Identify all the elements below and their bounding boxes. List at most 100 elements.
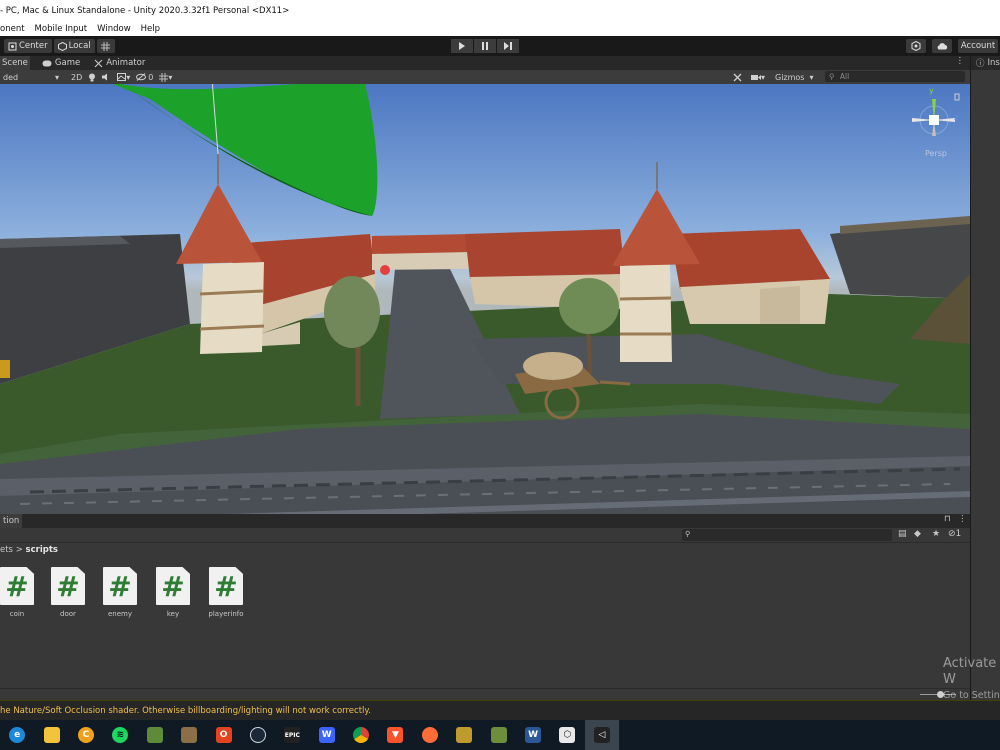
breadcrumb: ets > scripts: [0, 542, 970, 556]
gizmos-dropdown[interactable]: Gizmos ▾: [772, 71, 817, 83]
wrench-icon: [733, 73, 742, 81]
unity-hub-icon[interactable]: ⬡: [550, 720, 584, 750]
tools-toggle[interactable]: [730, 71, 745, 83]
lock-icon[interactable]: [954, 93, 960, 101]
effects-dropdown[interactable]: ▾: [114, 71, 133, 83]
toggle-2d-button[interactable]: 2D: [68, 71, 85, 83]
watermark-title: Activate W: [943, 656, 997, 687]
postman-icon[interactable]: [413, 720, 447, 750]
filter-by-type-icon[interactable]: ▤: [898, 529, 907, 539]
breadcrumb-current[interactable]: scripts: [26, 545, 58, 555]
unity-icon[interactable]: ◁: [584, 720, 620, 750]
steam-icon[interactable]: [241, 720, 275, 750]
scene-search-input[interactable]: ⚲ All: [825, 71, 965, 82]
inspector-panel: ⓘ Insp: [970, 56, 1000, 700]
csharp-script-icon: #: [51, 567, 85, 605]
gizmo-projection-label[interactable]: Persp: [925, 149, 947, 158]
tab-inspector[interactable]: ⓘ Insp: [971, 56, 1000, 70]
pause-button[interactable]: [474, 39, 496, 53]
info-icon: ⓘ: [976, 59, 985, 69]
scene-render: [0, 84, 970, 514]
play-button[interactable]: [451, 39, 473, 53]
csharp-script-icon: #: [209, 567, 243, 605]
grid-icon: [101, 41, 111, 51]
window-title: - PC, Mac & Linux Standalone - Unity 202…: [0, 0, 1000, 22]
space-local-button[interactable]: Local: [53, 39, 95, 53]
tab-scene[interactable]: Scene: [0, 56, 30, 70]
wondershare-icon[interactable]: W: [310, 720, 344, 750]
step-button[interactable]: [497, 39, 519, 53]
file-explorer-icon[interactable]: [34, 720, 68, 750]
activate-windows-watermark: Activate W Go to Settin: [943, 656, 1000, 704]
pivot-center-button[interactable]: Center: [4, 39, 52, 53]
tab-animator[interactable]: Animator: [92, 56, 147, 70]
edge-icon[interactable]: e: [0, 720, 34, 750]
lighting-toggle[interactable]: [85, 71, 99, 83]
asset-door[interactable]: # door: [43, 567, 93, 618]
green-leaf-object: [112, 84, 378, 216]
filter-by-label-icon[interactable]: ◆: [914, 529, 921, 539]
search-icon: ⚲: [829, 72, 835, 81]
office-icon[interactable]: O: [206, 720, 240, 750]
camera-dropdown[interactable]: ▾: [748, 71, 768, 83]
asset-playerinfo[interactable]: # playerinfo: [201, 567, 251, 618]
audio-toggle[interactable]: [99, 71, 114, 83]
brave-icon[interactable]: ▼: [378, 720, 412, 750]
hidden-objects-toggle[interactable]: 0: [133, 71, 156, 83]
tab-game-label: Game: [54, 58, 81, 68]
asset-coin[interactable]: # coin: [0, 567, 42, 618]
minecraft-icon[interactable]: [138, 720, 172, 750]
pivot-label: Center: [19, 41, 48, 51]
app-icon[interactable]: [447, 720, 481, 750]
breadcrumb-parent[interactable]: ets: [0, 545, 13, 555]
pause-icon: [482, 42, 488, 50]
coin-app-icon[interactable]: C: [69, 720, 103, 750]
word-icon[interactable]: W: [516, 720, 550, 750]
lock-icon[interactable]: ⊓: [944, 514, 951, 524]
view-tabs: Scene Game Animator ⋮: [0, 56, 970, 70]
collab-icon: [911, 41, 921, 51]
project-search-input[interactable]: ⚲: [682, 529, 892, 541]
scene-viewport[interactable]: y z Persp: [0, 84, 970, 514]
tab-scene-label: Scene: [2, 58, 28, 68]
grid-visibility-dropdown[interactable]: ▾: [156, 71, 175, 83]
shading-mode-dropdown[interactable]: ded ▾: [0, 71, 62, 83]
chrome-icon[interactable]: [344, 720, 378, 750]
windows-taskbar: e C ≋ O EPIC W ▼ W ⬡ ◁: [0, 720, 1000, 750]
tab-animator-label: Animator: [106, 58, 146, 68]
epic-games-icon[interactable]: EPIC: [275, 720, 309, 750]
gizmo-axis-y-label: y: [929, 86, 934, 95]
menu-help[interactable]: Help: [137, 24, 166, 34]
spotify-icon[interactable]: ≋: [103, 720, 137, 750]
asset-name: coin: [9, 610, 25, 618]
tower-left: [200, 262, 264, 354]
minecraft-launcher-icon[interactable]: [481, 720, 515, 750]
search-icon: ⚲: [685, 530, 691, 538]
chevron-right-icon: >: [15, 545, 26, 555]
cloud-button[interactable]: [932, 39, 952, 53]
menu-mobile-input[interactable]: Mobile Input: [31, 24, 94, 34]
grid-snap-button[interactable]: [96, 39, 115, 53]
account-button[interactable]: Account: [958, 39, 998, 53]
scene-tab-menu-icon[interactable]: ⋮: [956, 56, 965, 66]
photo-icon[interactable]: [172, 720, 206, 750]
step-icon: [504, 42, 512, 50]
asset-enemy[interactable]: # enemy: [95, 567, 145, 618]
speaker-icon: [102, 73, 108, 81]
animator-icon: [94, 59, 103, 67]
favorites-icon[interactable]: ★: [932, 529, 940, 539]
orientation-gizmo[interactable]: [912, 99, 955, 136]
camera-icon: [751, 74, 761, 80]
grid-icon: [159, 72, 169, 82]
project-toolbar: ⚲ ▤ ◆ ★ ⊘1: [0, 528, 970, 542]
asset-key[interactable]: # key: [148, 567, 198, 618]
panel-menu-icon[interactable]: ⋮: [958, 514, 967, 524]
tab-project[interactable]: tion: [0, 514, 23, 528]
tab-game[interactable]: Game: [40, 56, 82, 70]
unity-editor: - PC, Mac & Linux Standalone - Unity 202…: [0, 0, 1000, 750]
status-bar-warning[interactable]: he Nature/Soft Occlusion shader. Otherwi…: [0, 700, 1000, 720]
hidden-packages-toggle[interactable]: ⊘1: [948, 529, 961, 539]
menu-window[interactable]: Window: [93, 24, 137, 34]
collab-button[interactable]: [906, 39, 926, 53]
menu-component[interactable]: onent: [0, 24, 31, 34]
